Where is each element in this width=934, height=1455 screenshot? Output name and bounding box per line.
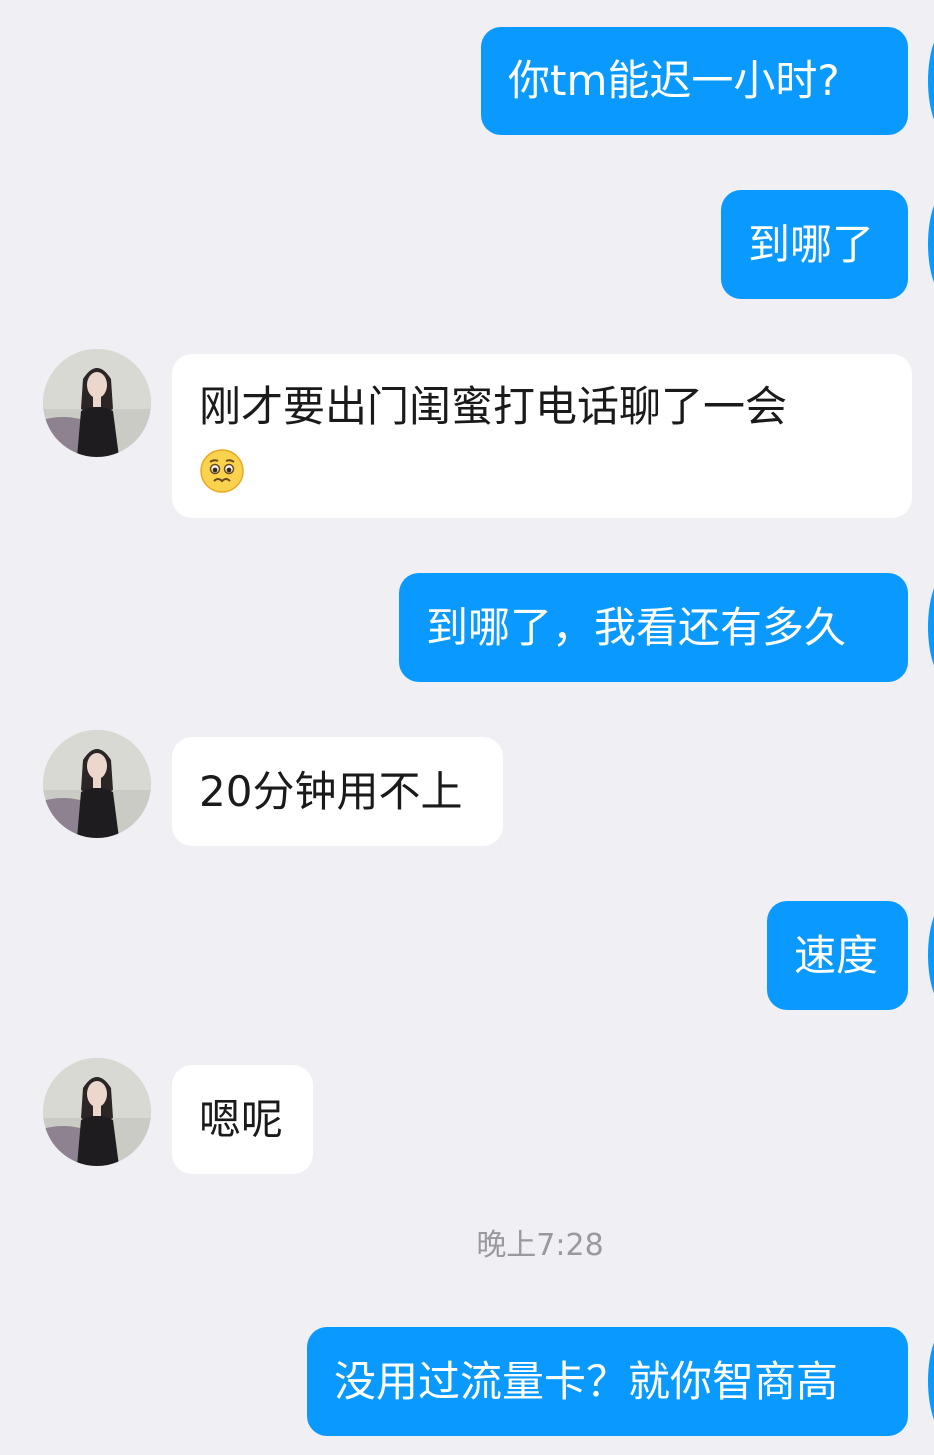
message-bubble-outgoing[interactable]: 你tm能迟一小时?	[481, 27, 908, 135]
message-text: 速度	[794, 930, 879, 980]
contact-avatar-image	[43, 730, 151, 838]
contact-avatar[interactable]	[43, 1058, 151, 1166]
message-text: 到哪了，我看还有多久	[426, 602, 847, 652]
contact-avatar[interactable]	[43, 730, 151, 838]
self-avatar[interactable]	[928, 1327, 934, 1435]
message-timestamp: 晚上7:28	[476, 1228, 604, 1263]
contact-avatar-image	[43, 349, 151, 457]
contact-avatar[interactable]	[43, 349, 151, 457]
message-bubble-outgoing[interactable]: 到哪了	[721, 190, 908, 299]
pleading-face-icon	[200, 448, 244, 493]
message-text: 没用过流量卡？就你智商高	[334, 1356, 839, 1406]
contact-avatar-image	[43, 1058, 151, 1166]
message-bubble-outgoing[interactable]: 没用过流量卡？就你智商高	[307, 1327, 908, 1436]
message-bubble-incoming[interactable]: 嗯呢	[172, 1065, 313, 1174]
message-text: 嗯呢	[199, 1094, 284, 1144]
chat-thread: 你tm能迟一小时? 到哪了 刚才要出门闺蜜打电话聊了一会 到哪了，我看还有多久 …	[0, 0, 934, 1455]
message-bubble-incoming[interactable]: 20分钟用不上	[172, 737, 503, 846]
message-bubble-outgoing[interactable]: 速度	[767, 901, 908, 1010]
self-avatar[interactable]	[928, 190, 934, 298]
message-text: 刚才要出门闺蜜打电话聊了一会	[199, 382, 788, 431]
self-avatar[interactable]	[928, 573, 934, 681]
message-text: 20分钟用不上	[199, 766, 463, 816]
message-text: 你tm能迟一小时?	[508, 56, 840, 105]
message-bubble-outgoing[interactable]: 到哪了，我看还有多久	[399, 573, 908, 682]
message-bubble-incoming[interactable]: 刚才要出门闺蜜打电话聊了一会	[172, 354, 912, 518]
message-text: 到哪了	[748, 219, 875, 269]
self-avatar[interactable]	[928, 901, 934, 1009]
self-avatar[interactable]	[928, 27, 934, 135]
